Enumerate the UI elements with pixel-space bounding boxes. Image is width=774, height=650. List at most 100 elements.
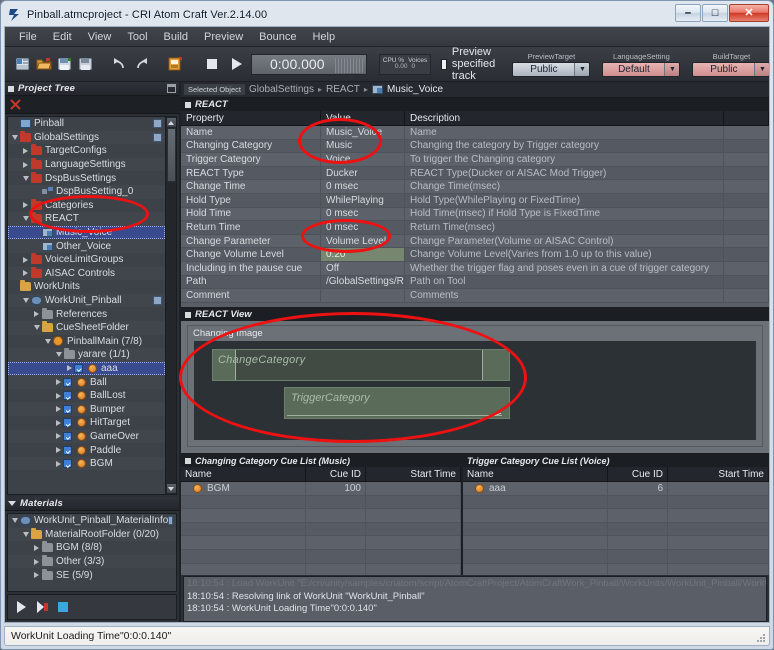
- open-project-icon[interactable]: [35, 55, 53, 73]
- expand-arrow-icon[interactable]: [21, 257, 30, 263]
- collapse-arrow-icon[interactable]: [21, 176, 30, 181]
- save-state-icon[interactable]: [153, 119, 162, 128]
- property-value-cell[interactable]: 0 msec: [321, 221, 405, 234]
- cue-list-row[interactable]: [181, 509, 461, 523]
- column-header-description[interactable]: Description: [405, 111, 724, 125]
- collapse-arrow-icon[interactable]: [21, 298, 30, 303]
- checkbox-icon[interactable]: [63, 446, 72, 455]
- checkbox-icon[interactable]: [63, 391, 72, 400]
- cue-list-row[interactable]: [181, 496, 461, 510]
- property-row[interactable]: Hold Time0 msecHold Time(msec) if Hold T…: [181, 208, 769, 222]
- close-button[interactable]: ✕: [729, 4, 769, 22]
- redo-icon[interactable]: [132, 55, 150, 73]
- menu-bounce[interactable]: Bounce: [251, 29, 304, 45]
- checkbox-icon[interactable]: [74, 364, 83, 373]
- tree-item[interactable]: LanguageSettings: [8, 158, 165, 172]
- preview-checkbox[interactable]: [441, 59, 447, 70]
- cue-list-row[interactable]: [463, 523, 769, 537]
- property-row[interactable]: NameMusic_VoiceName: [181, 126, 769, 140]
- save-project-icon[interactable]: [56, 55, 74, 73]
- trigger-category-bar[interactable]: TriggerCategory: [284, 387, 510, 419]
- expand-arrow-icon[interactable]: [54, 379, 63, 385]
- menu-view[interactable]: View: [80, 29, 120, 45]
- tree-item[interactable]: References: [8, 307, 165, 321]
- property-row[interactable]: CommentComments: [181, 289, 769, 303]
- resize-grip-icon[interactable]: [756, 633, 766, 643]
- menu-build[interactable]: Build: [156, 29, 196, 45]
- expand-arrow-icon[interactable]: [54, 433, 63, 439]
- tree-item[interactable]: TargetConfigs: [8, 144, 165, 158]
- expand-arrow-icon[interactable]: [54, 393, 63, 399]
- property-row[interactable]: Including in the pause cueOffWhether the…: [181, 262, 769, 276]
- expand-arrow-icon[interactable]: [32, 311, 41, 317]
- chevron-down-icon[interactable]: ▼: [574, 63, 589, 76]
- tree-item[interactable]: REACT: [8, 212, 165, 226]
- property-value-cell[interactable]: Volume Level: [321, 235, 405, 248]
- language-setting-combo[interactable]: Default ▼: [602, 62, 680, 77]
- preview-target-combo[interactable]: Public ▼: [512, 62, 590, 77]
- material-tree-item[interactable]: Other (3/3): [8, 555, 176, 569]
- tree-item[interactable]: WorkUnits: [8, 280, 165, 294]
- save-all-icon[interactable]: [77, 55, 95, 73]
- minimize-button[interactable]: ━: [675, 4, 701, 22]
- property-row[interactable]: Path/GlobalSettings/RE...Path on Tool: [181, 276, 769, 290]
- tree-item[interactable]: DspBusSettings: [8, 171, 165, 185]
- property-table-body[interactable]: NameMusic_VoiceNameChanging CategoryMusi…: [181, 126, 769, 307]
- expand-arrow-icon[interactable]: [65, 365, 74, 371]
- collapse-triangle-icon[interactable]: [8, 501, 16, 506]
- property-value-cell[interactable]: WhilePlaying: [321, 194, 405, 207]
- changing-cue-rows[interactable]: BGM100: [181, 482, 461, 575]
- menu-file[interactable]: File: [11, 29, 45, 45]
- collapse-arrow-icon[interactable]: [32, 325, 41, 330]
- tree-item[interactable]: HitTarget: [8, 416, 165, 430]
- materials-tree[interactable]: WorkUnit_Pinball_MaterialInfoMaterialRoo…: [7, 513, 177, 592]
- checkbox-icon[interactable]: [63, 459, 72, 468]
- column-header-cue-id[interactable]: Cue ID: [306, 467, 366, 481]
- preview-specified-track-toggle[interactable]: Preview specified track: [441, 46, 500, 82]
- tree-item[interactable]: AISAC Controls: [8, 267, 165, 281]
- property-row[interactable]: Change ParameterVolume LevelChange Param…: [181, 235, 769, 249]
- column-header-name[interactable]: Name: [181, 467, 306, 481]
- collapse-arrow-icon[interactable]: [43, 339, 52, 344]
- material-tree-item[interactable]: BGM (8/8): [8, 541, 176, 555]
- scroll-down-button[interactable]: [166, 483, 177, 494]
- cue-list-row[interactable]: [463, 496, 769, 510]
- collapse-arrow-icon[interactable]: [21, 216, 30, 221]
- menu-help[interactable]: Help: [304, 29, 343, 45]
- tree-item[interactable]: CueSheetFolder: [8, 321, 165, 335]
- maximize-button[interactable]: ☐: [702, 4, 728, 22]
- build-icon[interactable]: [166, 55, 184, 73]
- expand-arrow-icon[interactable]: [21, 202, 30, 208]
- expand-arrow-icon[interactable]: [32, 559, 41, 565]
- play-record-icon[interactable]: [35, 600, 49, 614]
- breadcrumb-music-voice[interactable]: Music_Voice: [387, 84, 443, 95]
- build-target-combo[interactable]: Public ▼: [692, 62, 770, 77]
- expand-arrow-icon[interactable]: [32, 545, 41, 551]
- column-header-cue-id[interactable]: Cue ID: [608, 467, 668, 481]
- clear-filter-icon[interactable]: [9, 98, 22, 111]
- property-value-cell[interactable]: 0.20: [321, 248, 405, 261]
- collapse-arrow-icon[interactable]: [10, 135, 19, 140]
- cue-list-row[interactable]: [181, 536, 461, 550]
- save-state-icon[interactable]: [153, 296, 162, 305]
- column-header-name[interactable]: Name: [463, 467, 608, 481]
- tree-item[interactable]: GlobalSettings: [8, 131, 165, 145]
- cue-list-row[interactable]: [181, 550, 461, 564]
- property-row[interactable]: Change Volume Level0.20Change Volume Lev…: [181, 248, 769, 262]
- cue-list-row[interactable]: [463, 509, 769, 523]
- tree-item[interactable]: Categories: [8, 199, 165, 213]
- scrollbar-track[interactable]: [166, 128, 177, 483]
- property-row[interactable]: Trigger CategoryVoiceTo trigger the Chan…: [181, 153, 769, 167]
- tree-item[interactable]: BGM: [8, 457, 165, 471]
- tree-item[interactable]: Pinball: [8, 117, 165, 131]
- expand-arrow-icon[interactable]: [54, 447, 63, 453]
- property-value-cell[interactable]: 0 msec: [321, 180, 405, 193]
- expand-arrow-icon[interactable]: [21, 162, 30, 168]
- tree-item[interactable]: Ball: [8, 375, 165, 389]
- expand-arrow-icon[interactable]: [21, 148, 30, 154]
- property-value-cell[interactable]: Voice: [321, 153, 405, 166]
- menu-preview[interactable]: Preview: [196, 29, 251, 45]
- column-header-extra[interactable]: [724, 111, 769, 125]
- chevron-down-icon[interactable]: ▼: [754, 63, 769, 76]
- project-tree[interactable]: PinballGlobalSettingsTargetConfigsLangua…: [8, 117, 165, 494]
